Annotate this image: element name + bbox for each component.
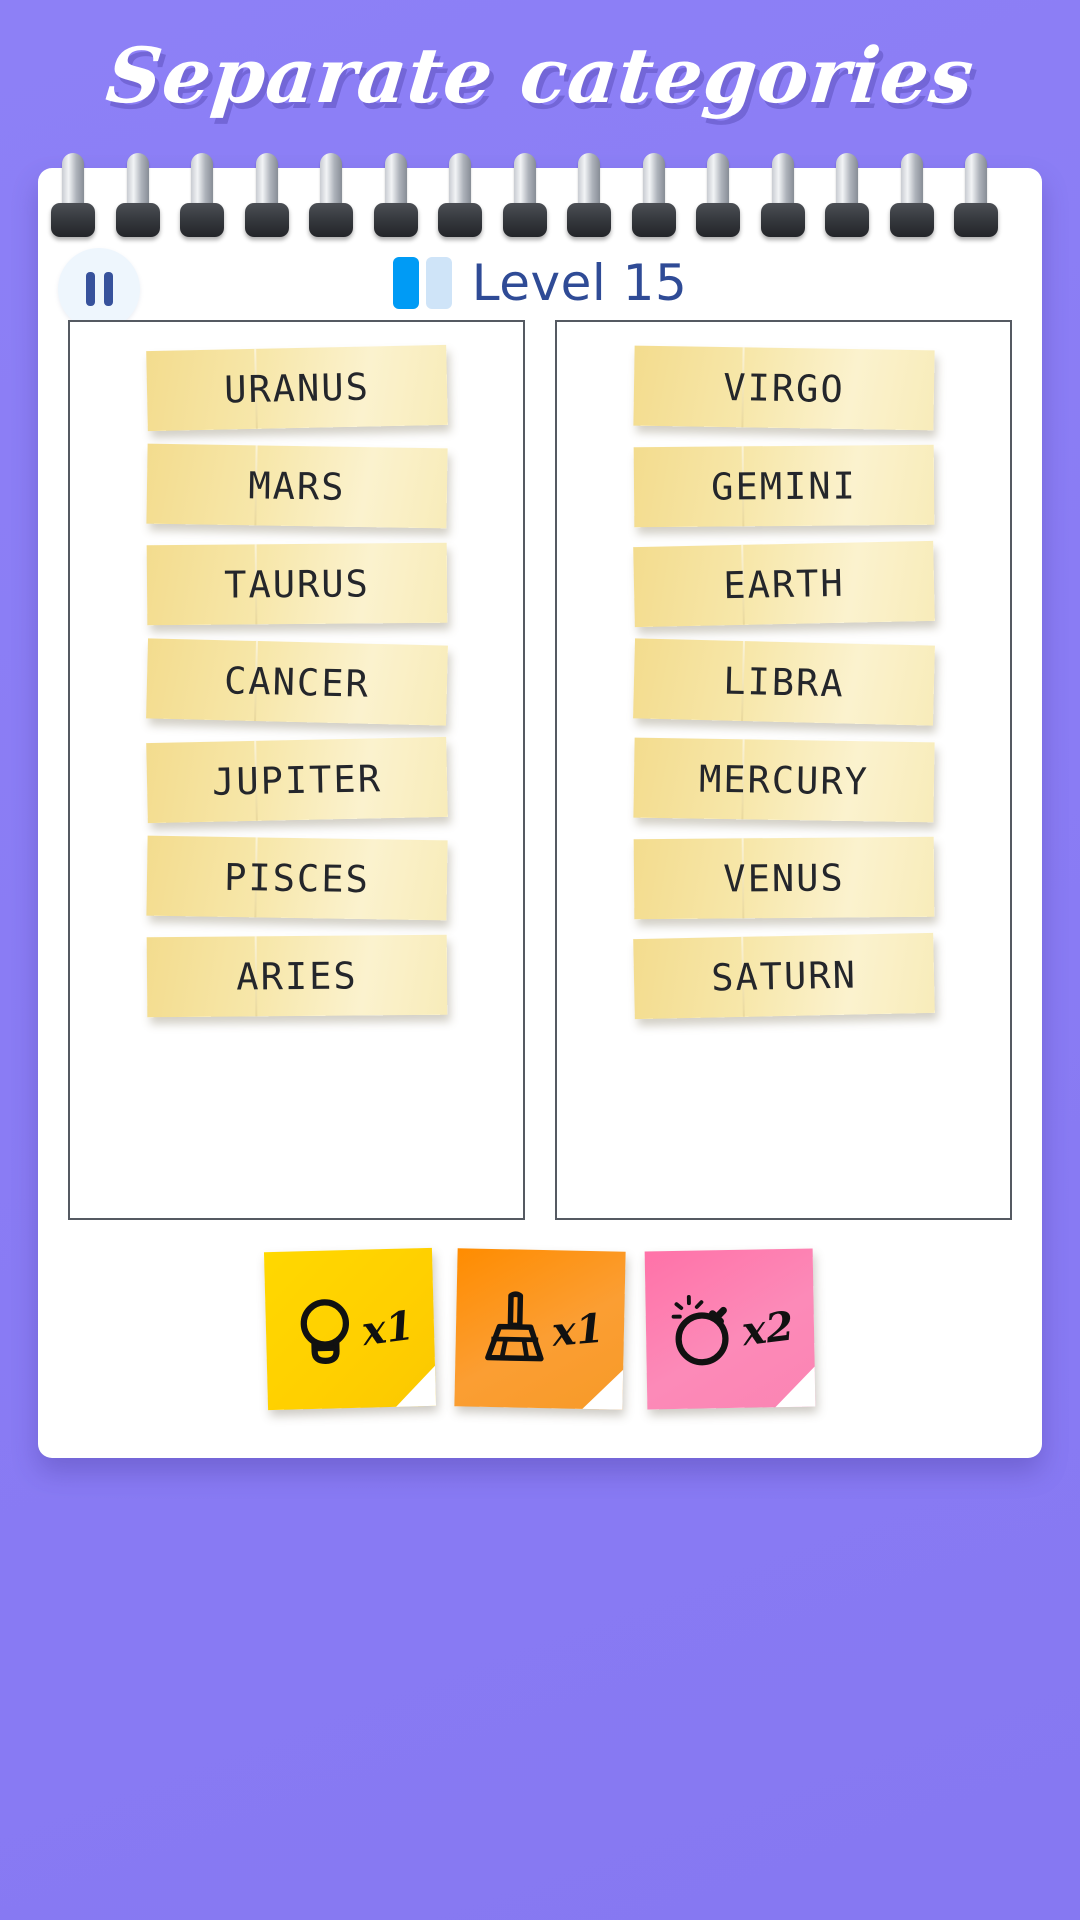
progress-square-empty [425, 257, 452, 309]
progress-square-filled [392, 257, 419, 309]
word-note-label: LIBRA [722, 659, 845, 705]
word-note[interactable]: MARS [145, 443, 448, 529]
powerup-hint-count: x1 [359, 1301, 417, 1355]
page-title: Separate categories [101, 30, 979, 120]
category-columns: URANUS MARS TAURUS CANCER JUPITER PISCES… [68, 320, 1012, 1220]
progress-squares [392, 257, 452, 309]
title-bar: Separate categories [0, 0, 1080, 150]
word-note[interactable]: GEMINI [633, 444, 934, 528]
powerup-hint-button[interactable]: x1 [263, 1247, 437, 1411]
word-note[interactable]: PISCES [145, 835, 448, 921]
word-note[interactable]: VIRGO [632, 345, 935, 431]
notepad: Level 15 URANUS MARS TAURUS CANCER JUPIT… [38, 168, 1042, 1458]
left-column[interactable]: URANUS MARS TAURUS CANCER JUPITER PISCES… [68, 320, 525, 1220]
note-fold-corner [582, 1368, 624, 1410]
word-note[interactable]: ARIES [146, 934, 447, 1018]
powerup-clean-button[interactable]: x1 [454, 1248, 626, 1410]
word-note-label: TAURUS [223, 561, 370, 607]
word-note-label: ARIES [235, 953, 358, 999]
powerup-bomb-button[interactable]: x2 [644, 1248, 816, 1410]
word-note[interactable]: JUPITER [145, 736, 448, 824]
powerup-bar: x1 x1 x2 [38, 1247, 1042, 1430]
level-label: Level 15 [471, 254, 688, 312]
right-column[interactable]: VIRGO GEMINI EARTH LIBRA MERCURY VENUS S… [555, 320, 1012, 1220]
bomb-icon [671, 1295, 729, 1366]
word-note[interactable]: URANUS [145, 344, 448, 432]
level-indicator: Level 15 [38, 254, 1042, 312]
word-note-label: JUPITER [211, 756, 382, 804]
word-note[interactable]: EARTH [632, 540, 935, 628]
powerup-bomb-count: x2 [739, 1301, 797, 1355]
word-note-label: MARS [247, 463, 346, 509]
word-note[interactable]: TAURUS [146, 542, 447, 626]
lightbulb-icon [300, 1299, 350, 1364]
word-note[interactable]: CANCER [145, 638, 448, 726]
word-note-label: PISCES [223, 855, 370, 901]
word-note[interactable]: VENUS [633, 836, 934, 920]
word-note-label: VIRGO [722, 365, 845, 411]
word-note-label: EARTH [722, 561, 845, 607]
word-note-label: URANUS [223, 364, 370, 412]
note-fold-corner [774, 1366, 816, 1408]
word-note-label: CANCER [223, 658, 370, 706]
word-note[interactable]: MERCURY [632, 737, 935, 823]
note-fold-corner [395, 1365, 437, 1407]
powerup-clean-count: x1 [550, 1304, 606, 1356]
word-note[interactable]: LIBRA [632, 638, 935, 726]
word-note-label: GEMINI [710, 463, 857, 509]
word-note-label: SATURN [710, 952, 857, 1000]
broom-icon [485, 1291, 544, 1362]
word-note[interactable]: SATURN [632, 932, 935, 1020]
word-note-label: MERCURY [698, 757, 869, 803]
word-note-label: VENUS [722, 855, 845, 901]
